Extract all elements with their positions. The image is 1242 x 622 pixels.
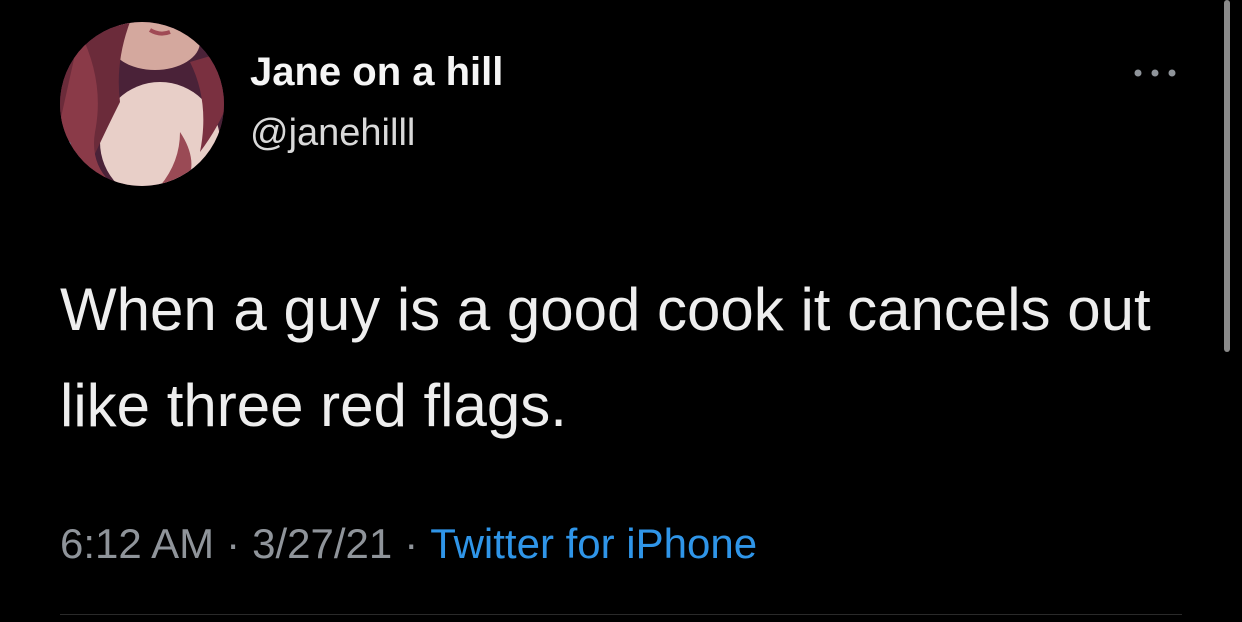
more-options-button[interactable] (1128, 58, 1182, 88)
tweet-time[interactable]: 6:12 AM (60, 520, 214, 567)
tweet-text: When a guy is a good cook it cancels out… (60, 276, 1151, 439)
more-dots-icon (1134, 69, 1176, 77)
tweet-meta: 6:12 AM · 3/27/21 · Twitter for iPhone (60, 520, 757, 568)
user-handle[interactable]: @janehilll (250, 112, 415, 155)
meta-separator: · (404, 520, 419, 567)
tweet-source-link[interactable]: Twitter for iPhone (430, 520, 757, 567)
meta-separator: · (226, 520, 241, 567)
divider (60, 614, 1182, 615)
profile-photo-icon (60, 22, 224, 186)
tweet-card: Jane on a hill @janehilll When a guy is … (0, 0, 1242, 622)
display-name[interactable]: Jane on a hill (250, 50, 503, 95)
tweet-date[interactable]: 3/27/21 (252, 520, 392, 567)
scrollbar[interactable] (1224, 0, 1230, 352)
avatar[interactable] (60, 22, 224, 186)
